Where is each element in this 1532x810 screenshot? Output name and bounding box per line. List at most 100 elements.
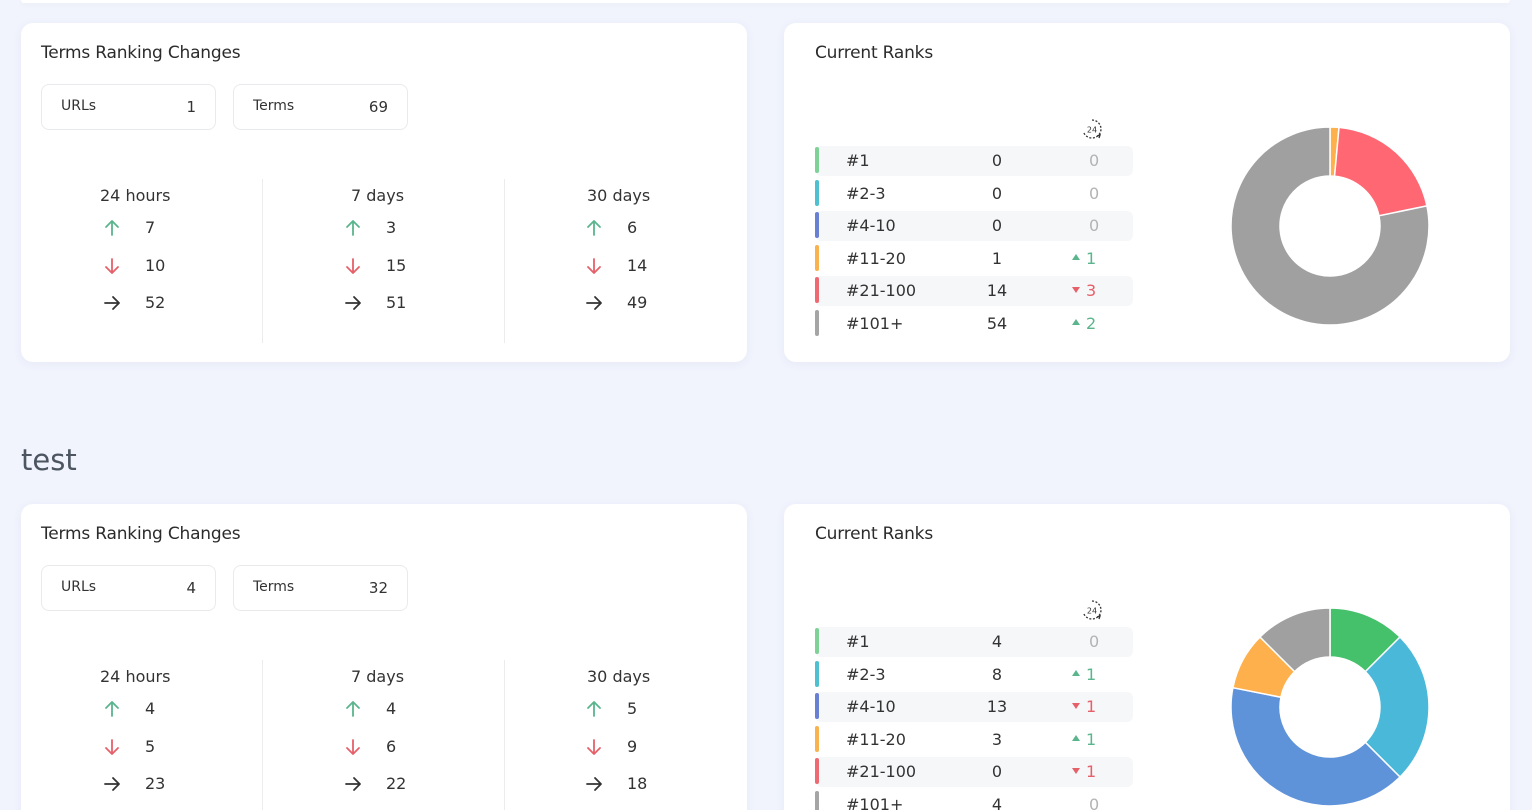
triangle-down-icon — [1072, 767, 1080, 774]
rank-change: 0 — [1065, 184, 1125, 203]
clock-label: 24 — [1087, 607, 1097, 616]
rank-count: 4 — [991, 632, 1003, 651]
rank-count: 1 — [991, 248, 1003, 268]
rank-change-value: 0 — [1089, 151, 1100, 170]
rank-color-bar — [815, 790, 819, 810]
period-7-days: 7 days 4 6 22 — [263, 660, 505, 810]
rank-change: 0 — [1065, 216, 1125, 235]
rank-name: #11-20 — [846, 729, 906, 749]
period-30-days: 30 days 6 14 49 — [505, 179, 747, 343]
arrow-down-icon — [105, 258, 119, 274]
down-count: 9 — [627, 737, 638, 756]
rank-color-bar — [815, 277, 819, 303]
card-title: Terms Ranking Changes — [41, 524, 241, 544]
rank-name: #2-3 — [846, 183, 886, 203]
rank-change: 0 — [1065, 151, 1125, 170]
triangle-down-icon — [1072, 702, 1080, 709]
terms-label: Terms — [253, 579, 295, 595]
rank-row: #21-100 0 1 — [815, 757, 1133, 787]
rank-color-bar — [815, 212, 819, 238]
terms-label: Terms — [253, 98, 295, 114]
period-title: 30 days — [587, 186, 651, 205]
same-count: 18 — [627, 774, 648, 793]
card-title: Current Ranks — [815, 524, 933, 544]
ranks-donut-chart — [1230, 607, 1430, 807]
urls-label: URLs — [61, 579, 97, 595]
period-title: 24 hours — [100, 186, 171, 205]
current-ranks-card: Current Ranks 24 #1 4 0 #2-3 8 1 #4-10 13 1 #11-2… — [784, 504, 1510, 810]
arrow-up-icon — [587, 701, 601, 717]
urls-stat[interactable]: URLs 4 — [41, 565, 216, 611]
arrow-up-icon — [105, 701, 119, 717]
clock-label: 24 — [1087, 126, 1097, 135]
rank-change: 3 — [1065, 281, 1125, 300]
rank-row: #4-10 13 1 — [815, 692, 1133, 722]
triangle-up-icon — [1072, 735, 1080, 741]
rank-row: #1 4 0 — [815, 627, 1133, 657]
rank-change: 1 — [1065, 697, 1125, 716]
arrow-right-icon — [104, 777, 120, 791]
period-30-days: 30 days 5 9 18 — [505, 660, 747, 810]
urls-stat[interactable]: URLs 1 — [41, 84, 216, 130]
rank-row: #101+ 54 2 — [815, 309, 1133, 339]
donut-slice-21-100[interactable] — [1333, 126, 1428, 217]
card-title: Terms Ranking Changes — [41, 43, 241, 63]
rank-row: #21-100 14 3 — [815, 276, 1133, 306]
terms-ranking-changes-card: Terms Ranking Changes URLs 4 Terms 32 24… — [21, 504, 747, 810]
period-title: 7 days — [351, 667, 405, 686]
current-ranks-card: Current Ranks 24 #1 0 0 #2-3 0 0 #4-10 0 0 #11-20… — [784, 23, 1510, 362]
up-count: 3 — [386, 218, 397, 237]
terms-stat[interactable]: Terms 32 — [233, 565, 408, 611]
rank-name: #21-100 — [846, 281, 917, 300]
rank-change-value: 0 — [1089, 632, 1100, 651]
rank-color-bar — [815, 309, 819, 336]
same-count: 22 — [386, 774, 407, 793]
rank-name: #2-3 — [846, 664, 886, 684]
down-count: 5 — [145, 737, 156, 756]
terms-value: 32 — [368, 579, 388, 597]
rank-change-value: 1 — [1086, 664, 1097, 684]
arrow-down-icon — [346, 258, 360, 274]
rank-count: 0 — [991, 762, 1003, 781]
rank-name: #101+ — [846, 794, 904, 810]
rank-color-bar — [815, 147, 819, 173]
rank-count: 4 — [991, 794, 1003, 810]
terms-stat[interactable]: Terms 69 — [233, 84, 408, 130]
arrow-down-icon — [105, 739, 119, 755]
rank-change: 1 — [1065, 665, 1125, 684]
period-24-hours: 24 hours 7 10 52 — [21, 179, 263, 343]
arrow-right-icon — [586, 777, 602, 791]
down-count: 14 — [627, 256, 648, 275]
rank-name: #1 — [846, 632, 870, 651]
rank-color-bar — [815, 628, 819, 654]
down-count: 10 — [145, 256, 166, 275]
rank-change: 1 — [1065, 249, 1125, 268]
rank-change-value: 2 — [1086, 313, 1097, 333]
up-count: 6 — [627, 218, 638, 237]
period-title: 7 days — [351, 186, 405, 205]
same-count: 49 — [627, 293, 648, 312]
rank-color-bar — [815, 179, 819, 206]
rank-change-value: 0 — [1089, 216, 1100, 235]
same-count: 52 — [145, 293, 166, 312]
rank-name: #101+ — [846, 313, 904, 333]
urls-label: URLs — [61, 98, 97, 114]
rank-change: 0 — [1065, 632, 1125, 651]
rank-color-bar — [815, 758, 819, 784]
rank-row: #4-10 0 0 — [815, 211, 1133, 241]
previous-card-edge — [21, 0, 1510, 3]
rank-color-bar — [815, 725, 819, 752]
rank-row: #2-3 0 0 — [815, 179, 1133, 209]
rank-color-bar — [815, 244, 819, 271]
up-count: 4 — [386, 699, 397, 718]
rank-change: 2 — [1065, 314, 1125, 333]
rank-row: #101+ 4 0 — [815, 790, 1133, 810]
arrow-down-icon — [587, 739, 601, 755]
rank-count: 0 — [991, 183, 1003, 203]
clock-24-icon: 24 — [1082, 119, 1102, 139]
arrow-right-icon — [586, 296, 602, 310]
up-count: 5 — [627, 699, 638, 718]
rank-name: #21-100 — [846, 762, 917, 781]
period-title: 30 days — [587, 667, 651, 686]
rank-change: 1 — [1065, 730, 1125, 749]
